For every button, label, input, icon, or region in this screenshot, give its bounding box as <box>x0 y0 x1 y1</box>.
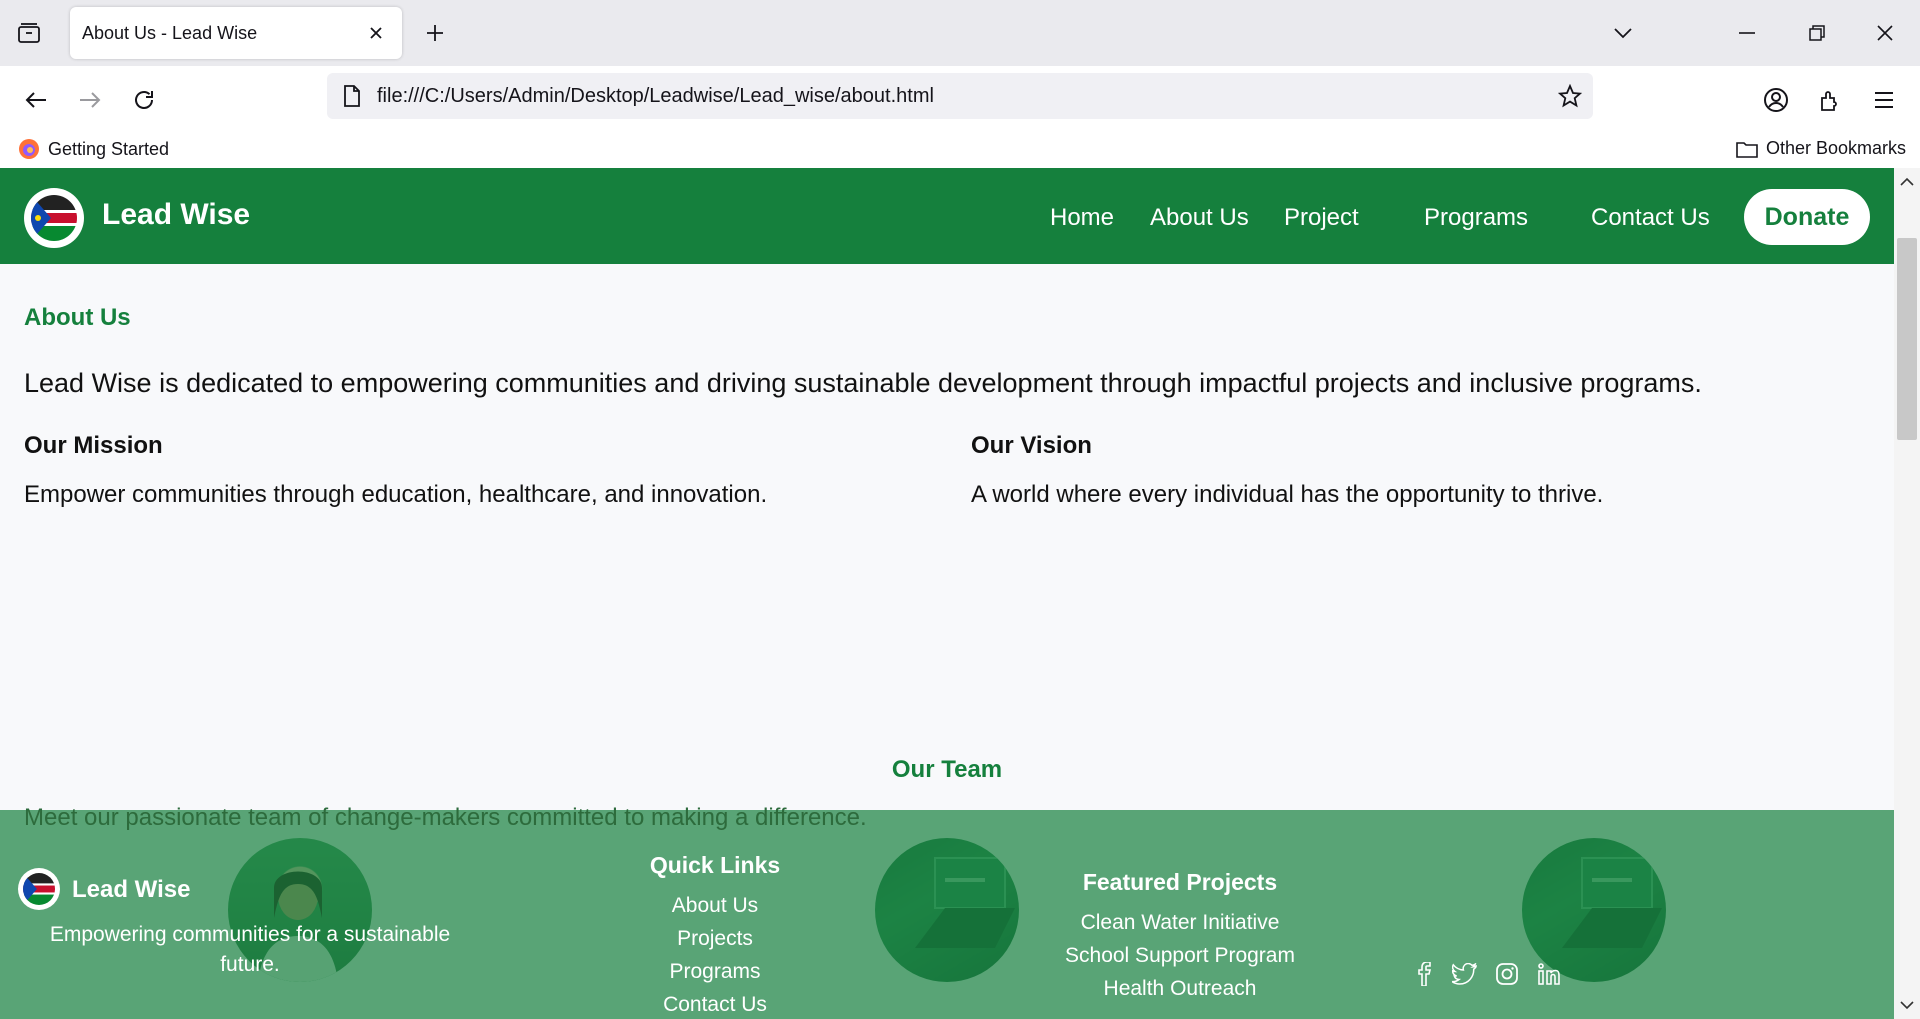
featured-project-item[interactable]: Clean Water Initiative <box>1030 911 1330 935</box>
featured-project-item[interactable]: School Support Program <box>1030 944 1330 968</box>
instagram-icon[interactable] <box>1493 960 1521 988</box>
team-subtitle: Meet our passionate team of change-maker… <box>24 804 867 831</box>
quick-links-title: Quick Links <box>649 852 781 878</box>
about-heading: About Us <box>24 304 131 331</box>
featured-project-item[interactable]: Health Outreach <box>1030 977 1330 1001</box>
minimize-icon[interactable] <box>1730 16 1764 50</box>
footer-link-programs[interactable]: Programs <box>610 960 820 984</box>
scrollbar-thumb[interactable] <box>1897 238 1917 440</box>
browser-tab-bar: About Us - Lead Wise <box>0 0 1920 66</box>
footer-tagline: Empowering communities for a sustainable… <box>49 923 451 976</box>
donate-button[interactable]: Donate <box>1744 189 1870 245</box>
nav-about-us[interactable]: About Us <box>1150 204 1249 232</box>
linkedin-icon[interactable] <box>1535 960 1563 988</box>
footer-logo <box>18 868 60 910</box>
tab-title: About Us - Lead Wise <box>82 22 258 43</box>
active-tab[interactable]: About Us - Lead Wise <box>70 7 402 59</box>
mission-title: Our Mission <box>24 432 163 459</box>
site-logo[interactable] <box>24 188 84 248</box>
site-header: Lead Wise Home About Us Project Programs… <box>0 168 1894 264</box>
bookmark-label: Getting Started <box>48 138 170 159</box>
vision-text: A world where every individual has the o… <box>971 481 1604 508</box>
featured-projects-title: Featured Projects <box>1082 869 1278 895</box>
nav-home[interactable]: Home <box>1050 204 1114 232</box>
page-icon <box>339 83 365 109</box>
bookmark-star-icon[interactable] <box>1557 83 1583 109</box>
bookmark-label: Other Bookmarks <box>1766 138 1907 158</box>
menu-icon[interactable] <box>1866 82 1902 118</box>
forward-icon[interactable] <box>72 82 108 118</box>
bookmark-other[interactable]: Other Bookmarks <box>1736 138 1906 159</box>
page-viewport: Lead Wise Home About Us Project Programs… <box>0 168 1894 1019</box>
chevron-down-icon[interactable] <box>1606 16 1640 50</box>
account-icon[interactable] <box>1758 82 1794 118</box>
mission-text: Empower communities through education, h… <box>24 481 768 508</box>
close-window-icon[interactable] <box>1868 16 1902 50</box>
nav-project[interactable]: Project <box>1284 204 1359 232</box>
footer-brand: Lead Wise <box>72 876 191 903</box>
scroll-up-icon[interactable] <box>1894 170 1920 194</box>
scroll-down-icon[interactable] <box>1894 993 1920 1017</box>
firefox-icon <box>19 139 39 159</box>
back-icon[interactable] <box>18 82 54 118</box>
team-heading: Our Team <box>891 756 1003 783</box>
page-scrollbar[interactable] <box>1894 168 1920 1019</box>
nav-programs[interactable]: Programs <box>1424 204 1528 232</box>
address-bar[interactable]: file:///C:/Users/Admin/Desktop/Leadwise/… <box>327 73 1593 119</box>
about-intro: Lead Wise is dedicated to empowering com… <box>24 368 1702 398</box>
footer-link-contact[interactable]: Contact Us <box>610 993 820 1017</box>
nav-contact-us[interactable]: Contact Us <box>1591 204 1710 232</box>
folder-icon <box>1736 141 1758 158</box>
twitter-icon[interactable] <box>1451 960 1479 988</box>
footer-link-projects[interactable]: Projects <box>610 927 820 951</box>
reload-icon[interactable] <box>126 82 162 118</box>
close-tab-icon[interactable] <box>364 21 388 45</box>
extensions-icon[interactable] <box>1812 82 1848 118</box>
vision-title: Our Vision <box>971 432 1092 459</box>
site-brand[interactable]: Lead Wise <box>102 198 250 232</box>
bookmarks-bar: Getting Started Other Bookmarks <box>0 132 1920 168</box>
bookmark-getting-started[interactable]: Getting Started <box>18 138 169 160</box>
site-footer: Lead Wise Empowering communities for a s… <box>0 810 1894 1019</box>
tab-list-icon[interactable] <box>12 18 46 48</box>
url-text: file:///C:/Users/Admin/Desktop/Leadwise/… <box>377 85 934 107</box>
restore-icon[interactable] <box>1800 16 1834 50</box>
flag-logo-icon <box>23 873 55 905</box>
new-tab-icon[interactable] <box>420 18 450 48</box>
footer-link-about[interactable]: About Us <box>610 894 820 918</box>
facebook-icon[interactable] <box>1410 960 1438 988</box>
flag-logo-icon <box>31 195 77 241</box>
